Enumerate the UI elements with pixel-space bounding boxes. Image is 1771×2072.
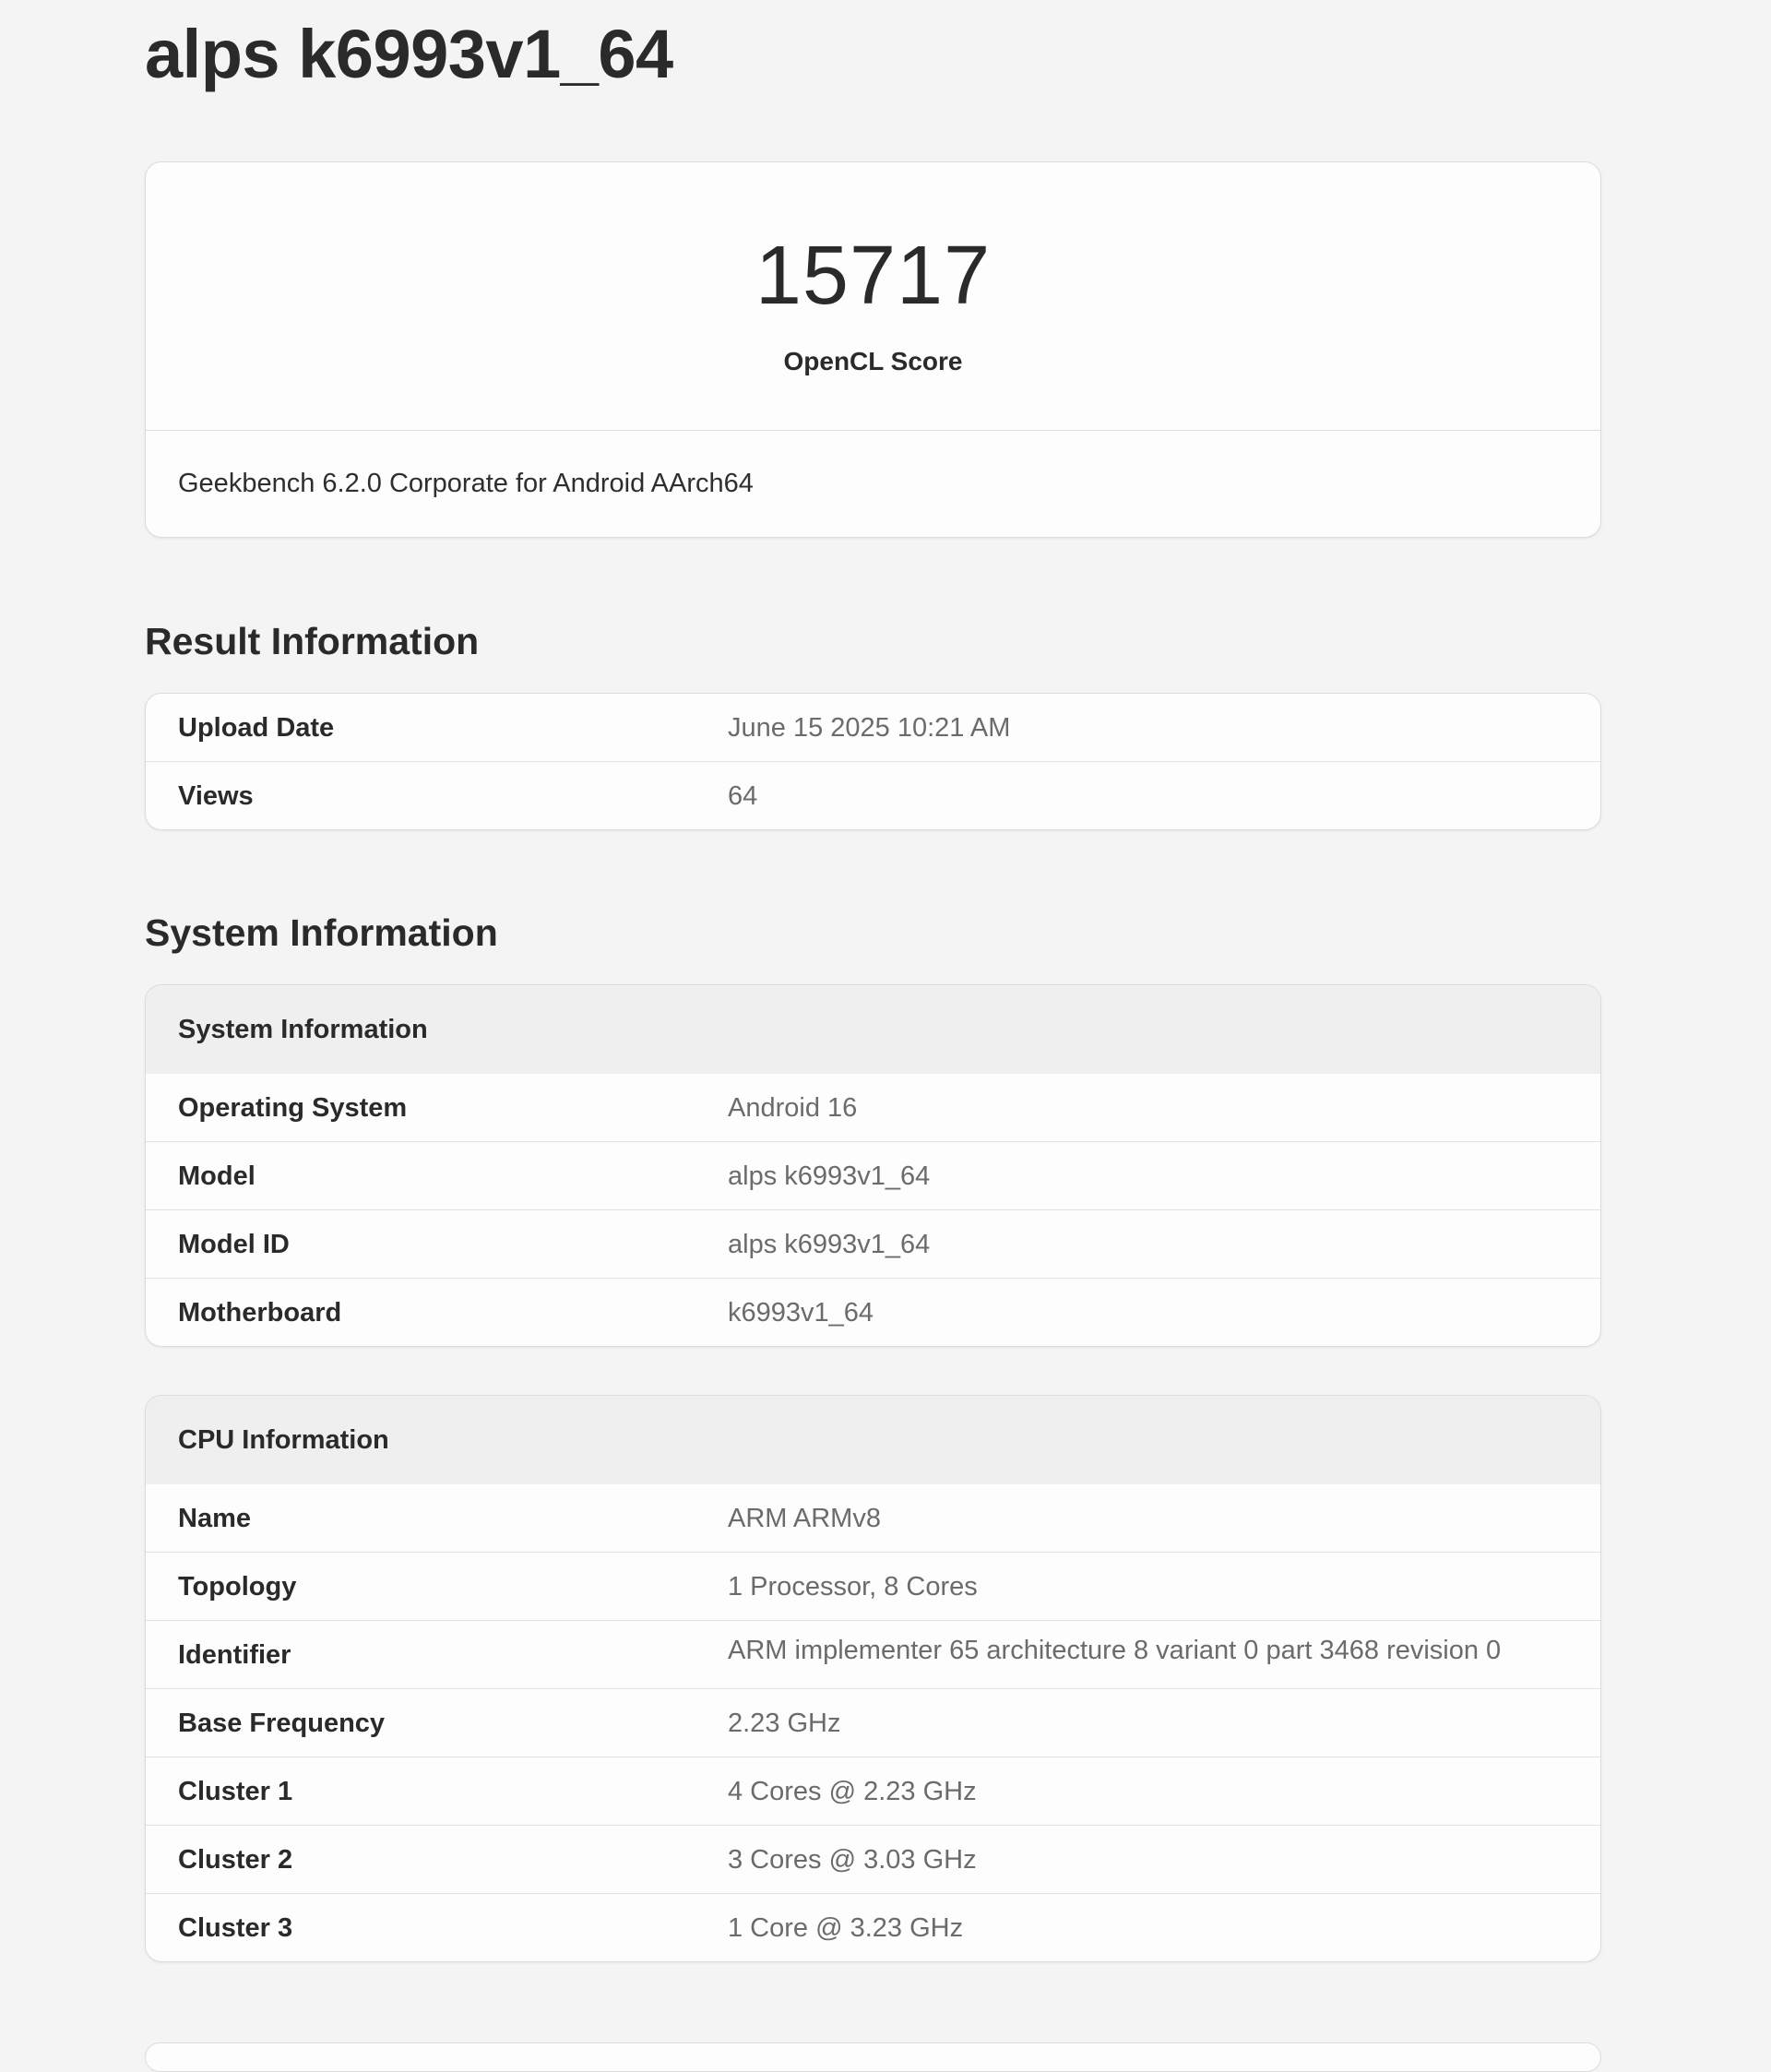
row-label: Identifier <box>178 1640 291 1670</box>
row-label: Operating System <box>178 1093 408 1123</box>
cpu-information-table: CPU Information Name ARM ARMv8 Topology … <box>145 1395 1601 1962</box>
table-row: Cluster 2 3 Cores @ 3.03 GHz <box>146 1826 1600 1894</box>
row-value: 2.23 GHz <box>728 1709 841 1738</box>
score-display: 15717 OpenCL Score <box>146 162 1600 431</box>
row-value: 1 Core @ 3.23 GHz <box>728 1913 964 1943</box>
table-row: Views 64 <box>146 762 1600 829</box>
row-label: Topology <box>178 1572 297 1602</box>
row-value: ARM implementer 65 architecture 8 varian… <box>728 1636 1502 1665</box>
row-value: June 15 2025 10:21 AM <box>728 713 1011 743</box>
row-value: Android 16 <box>728 1093 858 1123</box>
row-label: Cluster 3 <box>178 1913 293 1943</box>
table-row: Identifier ARM implementer 65 architectu… <box>146 1621 1600 1689</box>
table-header: System Information <box>146 985 1600 1074</box>
row-value: k6993v1_64 <box>728 1298 874 1328</box>
table-row: Motherboard k6993v1_64 <box>146 1279 1600 1346</box>
row-value: 64 <box>728 781 758 811</box>
score-card: 15717 OpenCL Score Geekbench 6.2.0 Corpo… <box>145 161 1601 538</box>
row-value: alps k6993v1_64 <box>728 1161 931 1191</box>
table-row: Name ARM ARMv8 <box>146 1484 1600 1553</box>
table-row: Base Frequency 2.23 GHz <box>146 1689 1600 1757</box>
table-row: Cluster 1 4 Cores @ 2.23 GHz <box>146 1757 1600 1826</box>
row-label: Views <box>178 781 254 811</box>
row-label: Cluster 1 <box>178 1777 293 1806</box>
next-card-edge <box>145 2042 1601 2072</box>
row-value: 4 Cores @ 2.23 GHz <box>728 1777 977 1806</box>
row-value: 3 Cores @ 3.03 GHz <box>728 1845 977 1875</box>
result-information-table: Upload Date June 15 2025 10:21 AM Views … <box>145 693 1601 830</box>
table-row: Topology 1 Processor, 8 Cores <box>146 1553 1600 1621</box>
row-label: Motherboard <box>178 1298 342 1328</box>
opencl-score-value: 15717 <box>755 230 992 322</box>
row-value: alps k6993v1_64 <box>728 1230 931 1259</box>
system-information-heading: System Information <box>145 911 498 954</box>
result-information-heading: Result Information <box>145 620 480 662</box>
row-label: Cluster 2 <box>178 1845 293 1875</box>
row-label: Upload Date <box>178 713 335 743</box>
opencl-score-label: OpenCL Score <box>783 347 963 375</box>
row-label: Base Frequency <box>178 1709 386 1738</box>
row-value: 1 Processor, 8 Cores <box>728 1572 978 1602</box>
page-title: alps k6993v1_64 <box>145 16 673 92</box>
row-label: Name <box>178 1504 251 1533</box>
geekbench-version: Geekbench 6.2.0 Corporate for Android AA… <box>178 469 754 498</box>
system-information-table: System Information Operating System Andr… <box>145 984 1601 1347</box>
table-row: Upload Date June 15 2025 10:21 AM <box>146 694 1600 762</box>
table-row: Cluster 3 1 Core @ 3.23 GHz <box>146 1894 1600 1961</box>
table-header: CPU Information <box>146 1396 1600 1484</box>
table-row: Operating System Android 16 <box>146 1074 1600 1142</box>
table-row: Model alps k6993v1_64 <box>146 1142 1600 1210</box>
row-label: Model <box>178 1161 256 1191</box>
table-row: Model ID alps k6993v1_64 <box>146 1210 1600 1279</box>
row-label: Model ID <box>178 1230 290 1259</box>
row-value: ARM ARMv8 <box>728 1504 881 1533</box>
